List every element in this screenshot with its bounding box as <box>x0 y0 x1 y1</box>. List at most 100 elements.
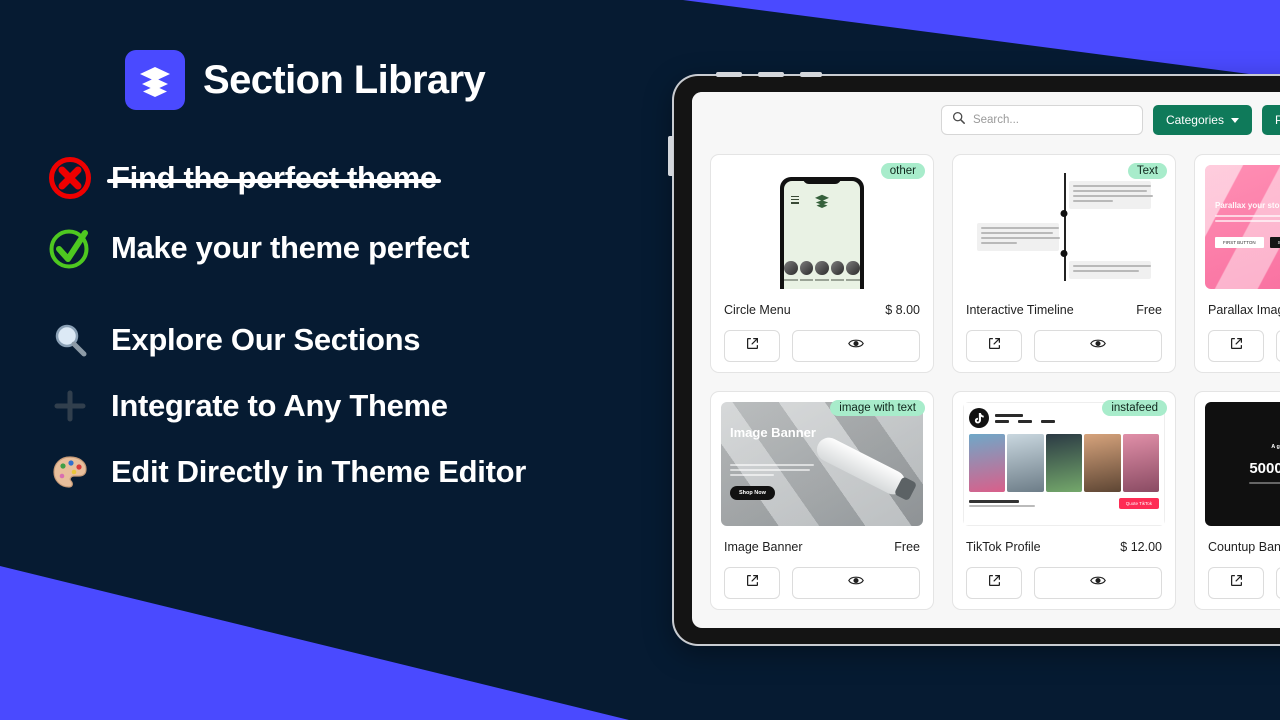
section-card[interactable]: Parallax your store. FIRST BUTTON SECOND… <box>1194 154 1280 373</box>
open-section-button[interactable] <box>724 567 780 599</box>
section-thumbnail <box>963 165 1165 289</box>
tiktok-cta-badge: Quote TikTok <box>1118 498 1159 509</box>
categories-button[interactable]: Categories <box>1152 105 1252 135</box>
timeline-art <box>963 165 1165 289</box>
section-price: $ 8.00 <box>885 303 920 317</box>
tablet-top-button <box>800 72 822 77</box>
eye-icon <box>1090 574 1106 592</box>
app-toolbar: Search... Categories Plan <box>692 92 1280 148</box>
section-card-actions <box>721 567 923 599</box>
layers-stack-icon <box>125 50 185 110</box>
section-thumbnail: Parallax your store. FIRST BUTTON SECOND… <box>1205 165 1280 289</box>
preview-section-button[interactable] <box>1276 330 1280 362</box>
section-card[interactable]: A great way to show the re 5000 500 <box>1194 391 1280 610</box>
eye-icon <box>1090 337 1106 355</box>
section-card-meta: Circle Menu $ 8.00 <box>721 303 923 317</box>
open-section-button[interactable] <box>724 330 780 362</box>
page-title: Section Library <box>203 57 486 102</box>
section-card-actions <box>721 330 923 362</box>
plans-button[interactable]: Plan <box>1261 105 1280 135</box>
parallax-heading: Parallax your store. <box>1215 201 1280 210</box>
status-badge: image with text <box>830 400 925 416</box>
eye-icon <box>848 574 864 592</box>
banner-heading: Image Banner <box>730 425 816 440</box>
open-section-button[interactable] <box>966 330 1022 362</box>
countup-number: 5000 <box>1249 460 1280 477</box>
tiktok-video-strip <box>969 434 1160 492</box>
phone-screen-art <box>784 181 860 289</box>
image-banner-art: Image Banner Shop Now <box>721 402 923 526</box>
section-card-meta: Interactive Timeline Free <box>963 303 1165 317</box>
external-link-icon <box>1230 574 1243 592</box>
status-badge: other <box>880 163 925 179</box>
section-thumbnail: A great way to show the re 5000 500 <box>1205 402 1280 526</box>
preview-section-button[interactable] <box>1034 567 1162 599</box>
section-title: TikTok Profile <box>966 540 1041 554</box>
feature-list: Find the perfect theme Make your theme p… <box>45 150 685 510</box>
search-input[interactable]: Search... <box>940 105 1143 135</box>
preview-section-button[interactable] <box>792 567 920 599</box>
categories-button-label: Categories <box>1165 113 1224 127</box>
section-price: Free <box>894 540 920 554</box>
product-tube-art <box>812 433 910 499</box>
section-title: Interactive Timeline <box>966 303 1074 317</box>
phone-notch <box>803 177 841 184</box>
section-thumbnail: Quote TikTok <box>963 402 1165 526</box>
external-link-icon <box>988 574 1001 592</box>
feature-label: Integrate to Any Theme <box>111 388 448 423</box>
hamburger-icon <box>791 196 799 206</box>
tablet-device-mockup: Search... Categories Plan other <box>668 72 1280 646</box>
open-section-button[interactable] <box>1208 330 1264 362</box>
section-card-actions <box>1205 330 1280 362</box>
section-title: Countup Banner <box>1208 540 1280 554</box>
external-link-icon <box>1230 337 1243 355</box>
tablet-side-button <box>668 136 673 176</box>
brand-header: Section Library <box>125 50 486 110</box>
status-badge: Text <box>1127 163 1167 179</box>
section-title: Circle Menu <box>724 303 791 317</box>
plus-icon <box>45 381 95 431</box>
section-card-meta: Image Banner Free <box>721 540 923 554</box>
countup-banner-art: A great way to show the re 5000 500 <box>1205 402 1280 526</box>
feature-item-integrate: Integrate to Any Theme <box>45 378 685 434</box>
marketing-panel: Section Library Find the perfect theme M… <box>0 0 672 720</box>
layers-stack-icon <box>814 194 830 213</box>
eye-icon <box>848 337 864 355</box>
banner-cta-button: Shop Now <box>730 486 775 500</box>
open-section-button[interactable] <box>966 567 1022 599</box>
section-card[interactable]: Text Interactive Timeline Free <box>952 154 1176 373</box>
section-card[interactable]: image with text Image Banner Shop Now Im… <box>710 391 934 610</box>
feature-item-make-perfect: Make your theme perfect <box>45 220 685 276</box>
parallax-button-1: FIRST BUTTON <box>1215 237 1264 248</box>
parallax-buttons: FIRST BUTTON SECOND BUTTON <box>1215 237 1280 248</box>
search-placeholder: Search... <box>972 114 1019 126</box>
tiktok-logo-icon <box>969 408 989 428</box>
section-card-meta: Parallax Image Banner <box>1205 303 1280 317</box>
preview-section-button[interactable] <box>1276 567 1280 599</box>
parallax-banner-art: Parallax your store. FIRST BUTTON SECOND… <box>1205 165 1280 289</box>
preview-section-button[interactable] <box>1034 330 1162 362</box>
external-link-icon <box>746 337 759 355</box>
section-thumbnail <box>721 165 923 289</box>
tablet-top-button <box>716 72 742 77</box>
section-title: Parallax Image Banner <box>1208 303 1280 317</box>
feature-item-explore: Explore Our Sections <box>45 312 685 368</box>
section-thumbnail: Image Banner Shop Now <box>721 402 923 526</box>
section-price: Free <box>1136 303 1162 317</box>
feature-item-edit-theme: Edit Directly in Theme Editor <box>45 444 685 500</box>
open-section-button[interactable] <box>1208 567 1264 599</box>
search-icon <box>952 111 965 129</box>
plans-button-label: Plan <box>1274 113 1280 127</box>
section-card[interactable]: instafeed Quote TikTok TikTok Profile $ … <box>952 391 1176 610</box>
external-link-icon <box>746 574 759 592</box>
circle-menu-labels <box>784 279 860 281</box>
section-card-meta: TikTok Profile $ 12.00 <box>963 540 1165 554</box>
feature-label: Edit Directly in Theme Editor <box>111 454 527 489</box>
tablet-screen: Search... Categories Plan other <box>692 92 1280 628</box>
artist-palette-icon <box>45 447 95 497</box>
section-card-meta: Countup Banner <box>1205 540 1280 554</box>
section-card[interactable]: other Circle Menu $ 8.00 <box>710 154 934 373</box>
preview-section-button[interactable] <box>792 330 920 362</box>
status-badge: instafeed <box>1102 400 1167 416</box>
parallax-button-2: SECOND BUTTON <box>1269 237 1280 248</box>
